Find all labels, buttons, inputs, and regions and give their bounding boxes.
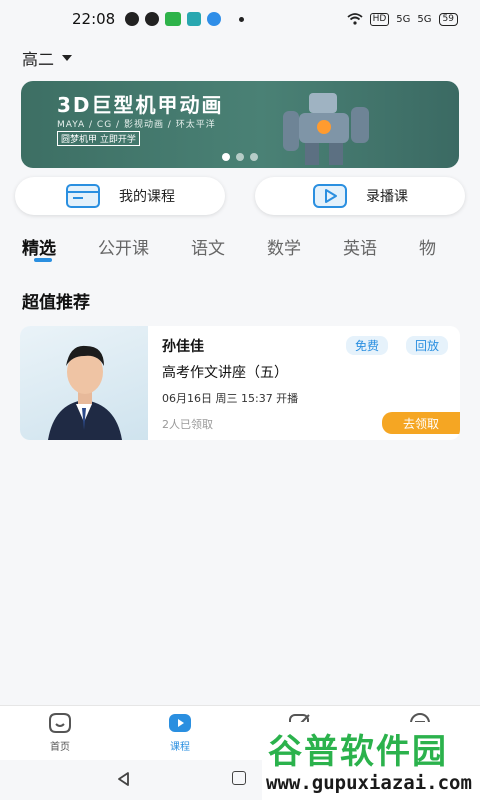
banner-pager[interactable] <box>21 153 459 161</box>
claim-button[interactable]: 去领取 <box>382 412 460 434</box>
caret-down-icon <box>62 55 73 61</box>
promo-banner[interactable]: 3D巨型机甲动画 MAYA / CG / 影视动画 / 环太平洋 圆梦机甲 立即… <box>21 81 459 168</box>
teacher-photo <box>20 326 148 440</box>
nav-home-label: 首页 <box>50 742 70 753</box>
watermark-text: 谷普软件园 <box>268 732 448 772</box>
pager-dot[interactable] <box>250 153 258 161</box>
course-title: 高考作文讲座（五） <box>162 365 288 381</box>
status-bar: 22:08 HD 5G 5G 59 <box>0 0 480 38</box>
section-title: 超值推荐 <box>22 293 90 313</box>
tab-english[interactable]: 英语 <box>343 234 377 259</box>
course-badges: 免费 回放 <box>345 336 448 355</box>
tab-chinese[interactable]: 语文 <box>191 234 225 259</box>
wifi-icon <box>347 13 363 25</box>
category-tabs: 精选 公开课 语文 数学 英语 物 <box>22 234 480 262</box>
status-time: 22:08 <box>72 10 116 28</box>
back-icon[interactable] <box>116 771 132 787</box>
more-dot-icon <box>239 16 245 22</box>
wechat-icon <box>165 12 182 26</box>
banner-tag: 圆梦机甲 立即开学 <box>57 131 140 146</box>
pager-dot[interactable] <box>222 153 230 161</box>
nav-courses[interactable]: 课程 <box>150 712 210 753</box>
replay-badge: 回放 <box>405 336 448 355</box>
tab-featured[interactable]: 精选 <box>22 234 56 262</box>
teacher-avatar <box>48 345 122 440</box>
hd-badge: HD <box>369 12 390 26</box>
grade-label: 高二 <box>22 50 55 69</box>
nav-courses-label: 课程 <box>170 742 190 753</box>
course-play-icon <box>169 714 191 732</box>
watermark-url: www.gupuxiazai.com <box>266 772 472 794</box>
home-icon <box>49 713 71 733</box>
home-button-icon[interactable] <box>232 771 246 785</box>
course-card-icon <box>66 184 100 208</box>
pager-dot[interactable] <box>236 153 244 161</box>
banner-subtitle: MAYA / CG / 影视动画 / 环太平洋 <box>57 120 216 130</box>
status-right: HD 5G 5G 59 <box>347 12 458 26</box>
signal-2: 5G <box>417 13 432 25</box>
app-notification-icon <box>145 12 160 26</box>
course-time: 06月16日 周三 15:37 开播 <box>162 392 299 405</box>
course-card[interactable]: 孙佳佳 免费 回放 高考作文讲座（五） 06月16日 周三 15:37 开播 2… <box>20 326 460 440</box>
recorded-courses-label: 录播课 <box>366 189 408 205</box>
recorded-courses-button[interactable]: 录播课 <box>255 177 465 215</box>
grade-selector[interactable]: 高二 <box>22 46 73 70</box>
tab-public[interactable]: 公开课 <box>98 234 149 259</box>
tab-physics[interactable]: 物 <box>419 234 436 259</box>
my-courses-label: 我的课程 <box>119 189 175 205</box>
signal-1: 5G <box>396 13 411 25</box>
app-icon <box>187 12 202 26</box>
telegram-icon <box>207 12 222 26</box>
message-icon <box>125 12 140 26</box>
my-courses-button[interactable]: 我的课程 <box>15 177 225 215</box>
battery-icon: 59 <box>438 12 458 26</box>
play-icon <box>313 184 347 208</box>
nav-home[interactable]: 首页 <box>30 712 90 753</box>
tab-math[interactable]: 数学 <box>267 234 301 259</box>
site-watermark: 谷普软件园 www.gupuxiazai.com <box>262 722 480 800</box>
banner-title: 3D巨型机甲动画 <box>57 93 224 117</box>
claimed-count: 2人已领取 <box>162 418 213 431</box>
notification-icons <box>125 12 245 26</box>
free-badge: 免费 <box>345 336 388 355</box>
